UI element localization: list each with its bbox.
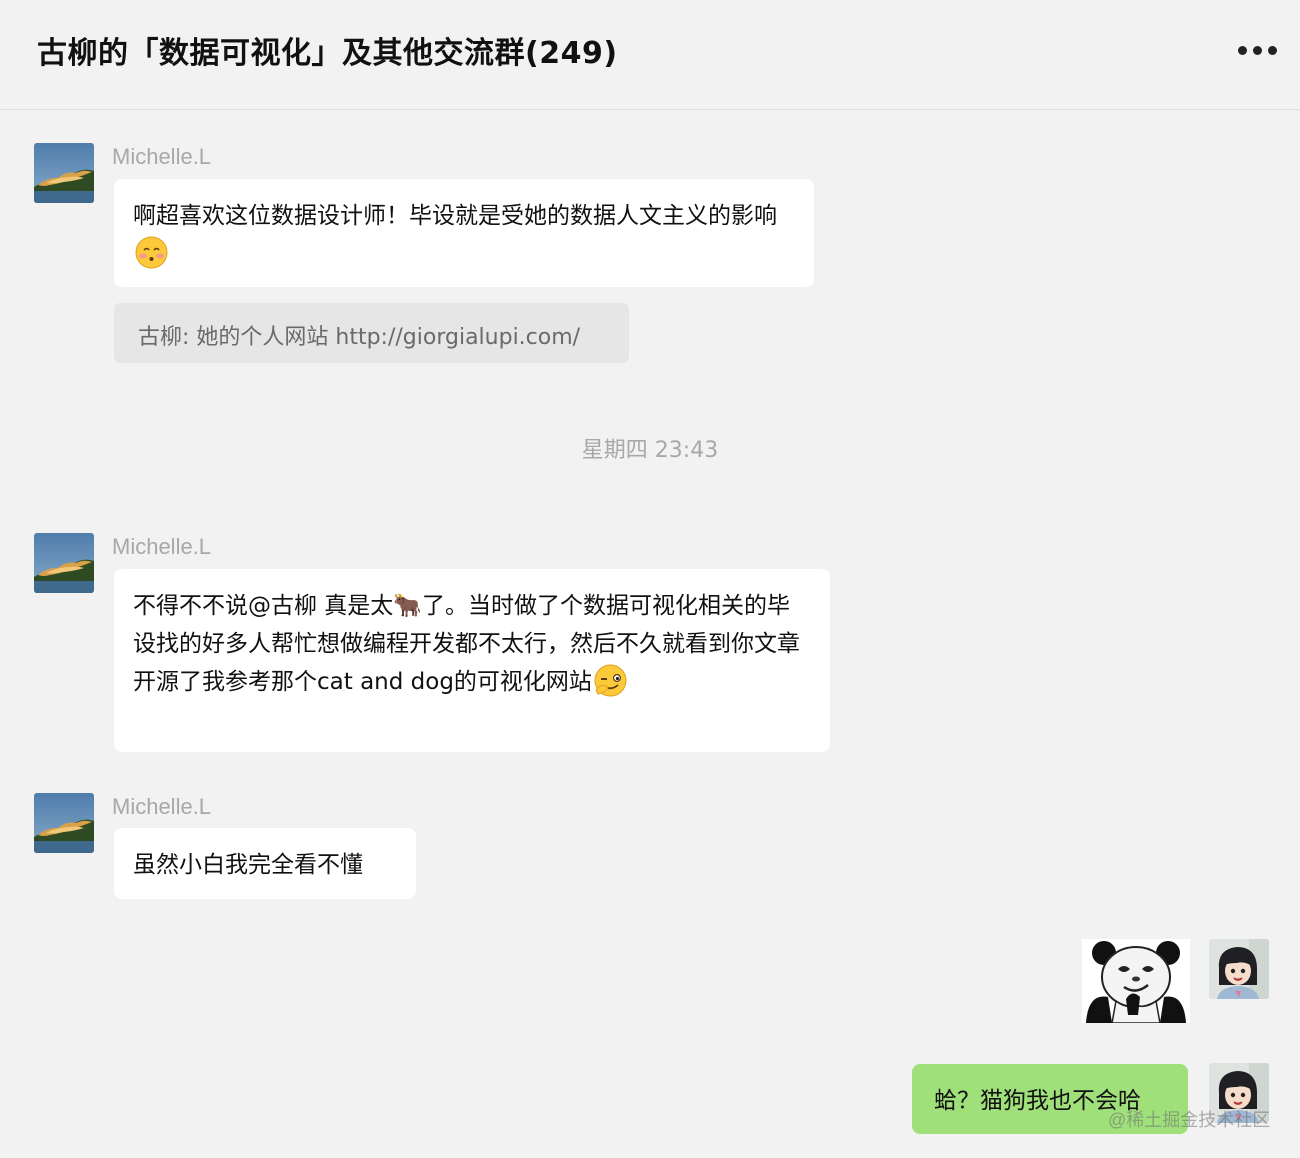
quoted-message[interactable]: 古柳: 她的个人网站 http://giorgialupi.com/ xyxy=(114,303,629,363)
panda-meme-sticker[interactable] xyxy=(1082,939,1190,1024)
message-bubble[interactable]: 啊超喜欢这位数据设计师！毕设就是受她的数据人文主义的影响 xyxy=(114,179,814,287)
avatar-michelle[interactable] xyxy=(34,533,94,593)
message-text: 不得不不说@古柳 真是太🐂了。当时做了个数据可视化相关的毕设找的好多人帮忙想做编… xyxy=(133,593,800,695)
winking-face-emoji xyxy=(594,664,627,709)
avatar-me[interactable] xyxy=(1209,939,1269,999)
timestamp: 星期四 23:43 xyxy=(581,438,719,463)
watermark-text: @稀土掘金技术社区 xyxy=(1108,1110,1271,1130)
chat-header: 古柳的「数据可视化」及其他交流群(249) xyxy=(0,0,1300,110)
sender-name: Michelle.L xyxy=(112,794,212,819)
chat-title: 古柳的「数据可视化」及其他交流群(249) xyxy=(37,36,618,71)
sender-name: Michelle.L xyxy=(112,534,212,559)
message-bubble[interactable]: 虽然小白我完全看不懂 xyxy=(114,828,416,899)
sender-name: Michelle.L xyxy=(112,144,212,169)
smiling-face-emoji xyxy=(135,236,168,281)
message-text: 虽然小白我完全看不懂 xyxy=(133,852,363,878)
message-text: 啊超喜欢这位数据设计师！毕设就是受她的数据人文主义的影响 xyxy=(133,203,777,229)
avatar-michelle[interactable] xyxy=(34,143,94,203)
message-bubble[interactable]: 不得不不说@古柳 真是太🐂了。当时做了个数据可视化相关的毕设找的好多人帮忙想做编… xyxy=(114,569,830,752)
more-dots-icon[interactable] xyxy=(1238,44,1278,56)
avatar-michelle[interactable] xyxy=(34,793,94,853)
